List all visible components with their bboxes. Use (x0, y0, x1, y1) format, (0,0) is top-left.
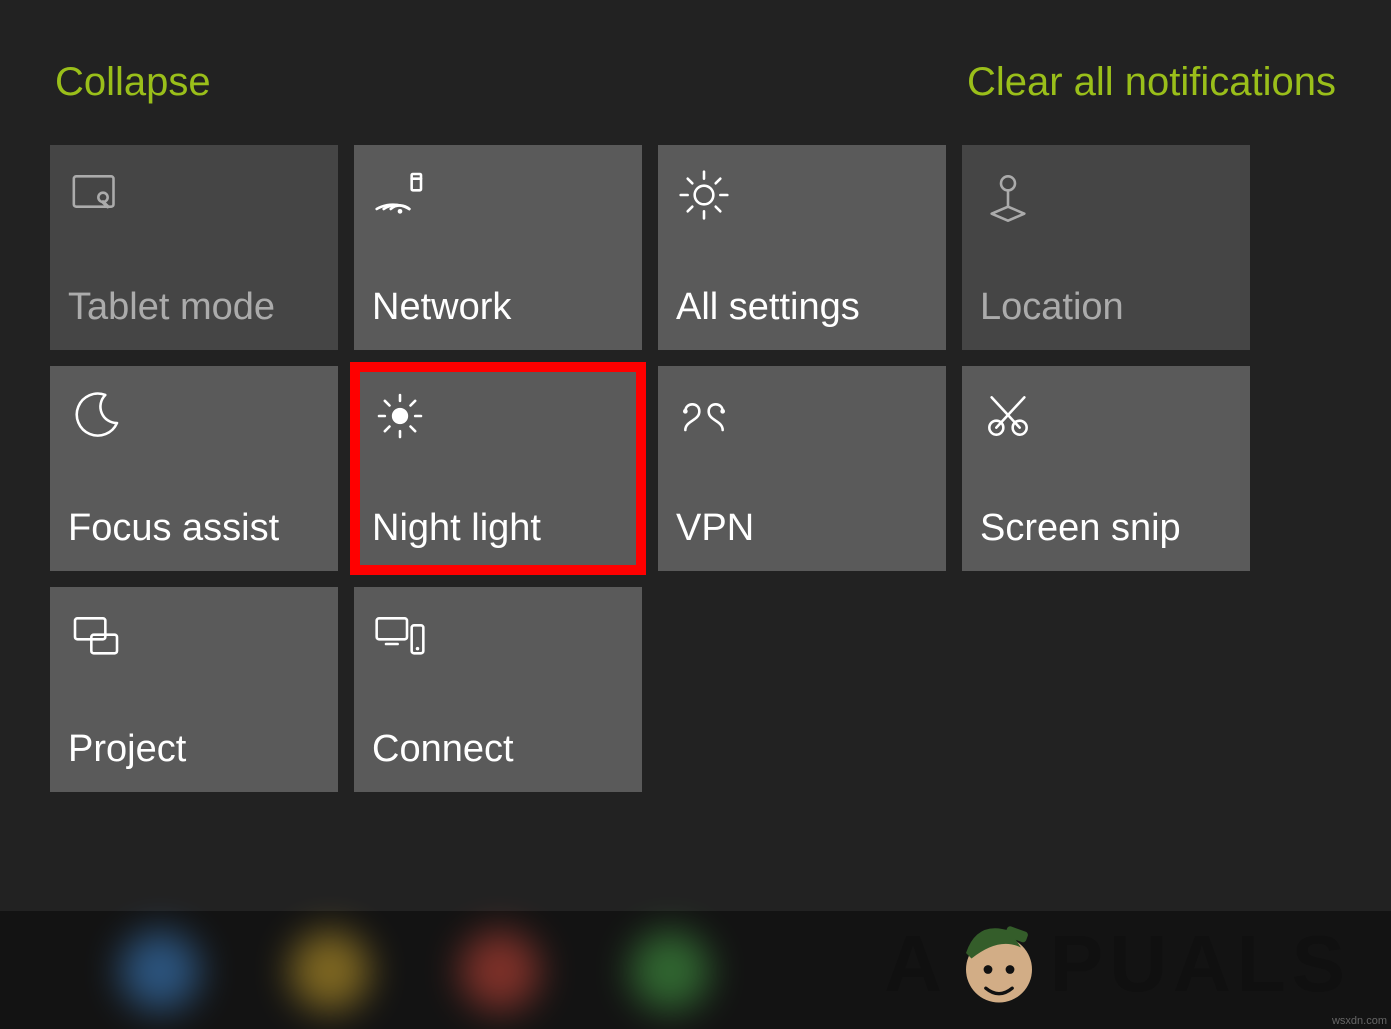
tile-tablet-mode[interactable]: Tablet mode (50, 145, 338, 350)
night-light-icon (372, 388, 428, 444)
action-center-panel: Collapse Clear all notifications Tablet … (0, 0, 1391, 1029)
tile-label: Network (372, 288, 624, 326)
tile-location[interactable]: Location (962, 145, 1250, 350)
project-icon (68, 609, 124, 665)
watermark-text-left: A (884, 918, 948, 1010)
tile-label: Location (980, 288, 1232, 326)
watermark-logo: A PUALS (884, 909, 1351, 1019)
tile-label: All settings (676, 288, 928, 326)
attribution-text: wsxdn.com (1332, 1015, 1387, 1027)
connect-icon (372, 609, 428, 665)
tile-vpn[interactable]: VPN (658, 366, 946, 571)
moon-icon (68, 388, 124, 444)
tile-label: Connect (372, 730, 624, 768)
tile-label: Night light (372, 509, 624, 547)
collapse-link[interactable]: Collapse (55, 60, 211, 105)
quick-actions-grid: Tablet mode Network All settings Locatio… (0, 145, 1391, 792)
tile-focus-assist[interactable]: Focus assist (50, 366, 338, 571)
gear-icon (676, 167, 732, 223)
tile-label: Project (68, 730, 320, 768)
location-icon (980, 167, 1036, 223)
watermark-text-right: PUALS (1050, 918, 1351, 1010)
tile-label: Screen snip (980, 509, 1232, 547)
tile-label: Tablet mode (68, 288, 320, 326)
tile-all-settings[interactable]: All settings (658, 145, 946, 350)
tile-night-light[interactable]: Night light (354, 366, 642, 571)
tile-project[interactable]: Project (50, 587, 338, 792)
tablet-mode-icon (68, 167, 124, 223)
taskbar-blurred-icons (120, 931, 710, 1011)
screen-snip-icon (980, 388, 1036, 444)
tile-network[interactable]: Network (354, 145, 642, 350)
tile-screen-snip[interactable]: Screen snip (962, 366, 1250, 571)
action-center-header: Collapse Clear all notifications (0, 0, 1391, 145)
vpn-icon (676, 388, 732, 444)
tile-connect[interactable]: Connect (354, 587, 642, 792)
network-icon (372, 167, 428, 223)
tile-label: VPN (676, 509, 928, 547)
tile-label: Focus assist (68, 509, 320, 547)
clear-all-link[interactable]: Clear all notifications (967, 60, 1336, 105)
watermark-mascot-icon (944, 909, 1054, 1019)
